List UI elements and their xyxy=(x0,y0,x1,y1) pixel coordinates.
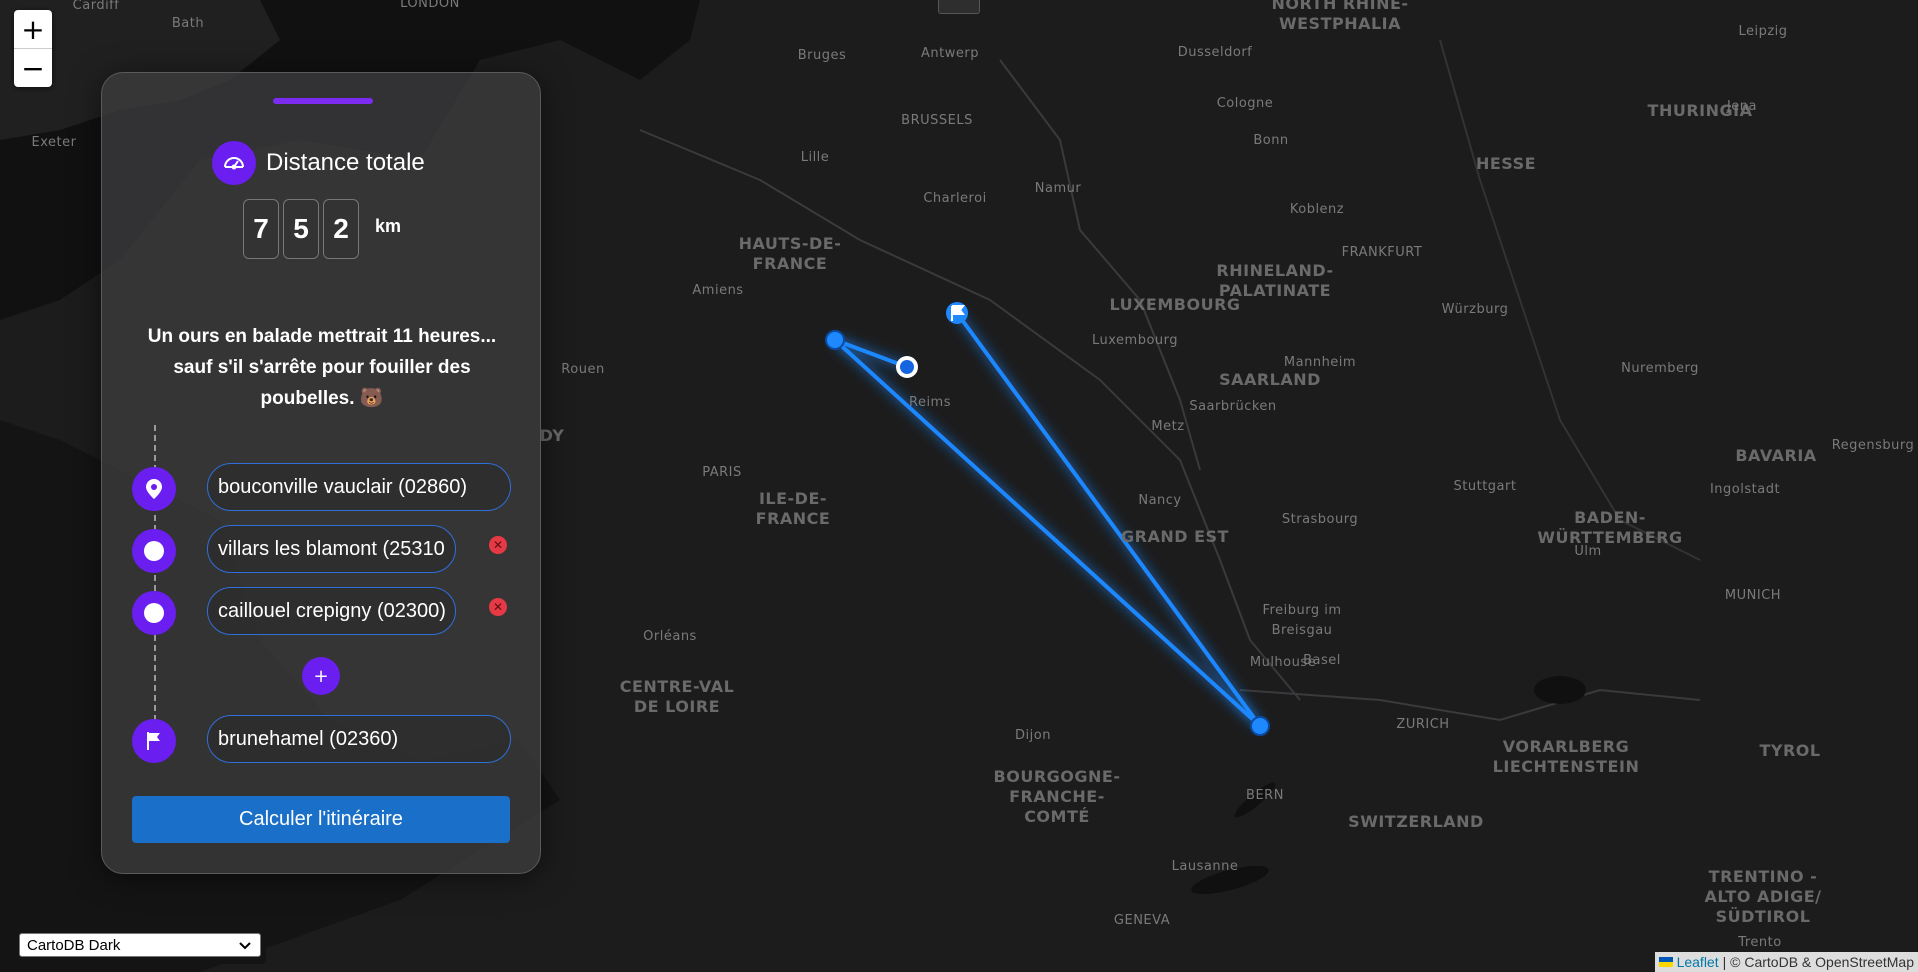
distance-unit: km xyxy=(375,215,402,236)
route-panel: Distance totale 7 5 2 km Un ours en bala… xyxy=(101,72,541,874)
stop-row-end xyxy=(132,719,176,763)
fun-fact-text: Un ours en balade mettrait 11 heures... … xyxy=(147,326,497,409)
stop-input-end[interactable]: brunehamel (02360) xyxy=(207,715,511,763)
distance-digit: 7 xyxy=(243,199,279,259)
calculate-route-button[interactable]: Calculer l'itinéraire xyxy=(132,796,510,843)
distance-counter: 7 5 2 km xyxy=(243,199,401,259)
chevron-down-icon xyxy=(239,942,251,950)
map-pin-icon xyxy=(132,467,176,511)
leaflet-link[interactable]: Leaflet xyxy=(1677,954,1719,970)
distance-header: Distance totale xyxy=(212,141,425,185)
speedometer-icon xyxy=(212,141,256,185)
distance-digit: 2 xyxy=(323,199,359,259)
stop-row-waypoint xyxy=(132,591,176,635)
ukraine-flag-icon xyxy=(1658,957,1673,967)
flag-icon xyxy=(132,719,176,763)
zoom-control: + − xyxy=(14,10,52,87)
distance-title: Distance totale xyxy=(266,149,425,176)
zoom-out-button[interactable]: − xyxy=(14,48,52,87)
remove-stop-button[interactable]: ✕ xyxy=(489,536,507,554)
map-handle-control[interactable] xyxy=(938,0,980,14)
stop-input-waypoint[interactable]: caillouel crepigny (02300) xyxy=(207,587,456,635)
start-marker-inner xyxy=(900,360,914,374)
dot-icon xyxy=(132,591,176,635)
lake-constance xyxy=(1534,676,1586,704)
distance-digit: 5 xyxy=(283,199,319,259)
attribution-text: | © CartoDB & OpenStreetMap xyxy=(1722,954,1914,970)
map-attribution: Leaflet | © CartoDB & OpenStreetMap xyxy=(1654,952,1918,972)
stop-row-start xyxy=(132,467,176,511)
remove-stop-button[interactable]: ✕ xyxy=(489,598,507,616)
waypoint-marker[interactable] xyxy=(1250,716,1270,736)
stop-input-start[interactable]: bouconville vauclair (02860) xyxy=(207,463,511,511)
basemap-control: CartoDB Dark xyxy=(12,920,266,964)
waypoint-marker[interactable] xyxy=(825,330,845,350)
zoom-in-button[interactable]: + xyxy=(14,10,52,48)
basemap-select[interactable]: CartoDB Dark xyxy=(19,933,261,957)
panel-drag-handle[interactable] xyxy=(273,98,373,104)
basemap-selected-label: CartoDB Dark xyxy=(27,936,121,954)
dot-icon xyxy=(132,529,176,573)
stop-row-waypoint xyxy=(132,529,176,573)
add-stop-button[interactable]: + xyxy=(302,657,340,695)
stop-input-waypoint[interactable]: villars les blamont (25310 xyxy=(207,525,456,573)
